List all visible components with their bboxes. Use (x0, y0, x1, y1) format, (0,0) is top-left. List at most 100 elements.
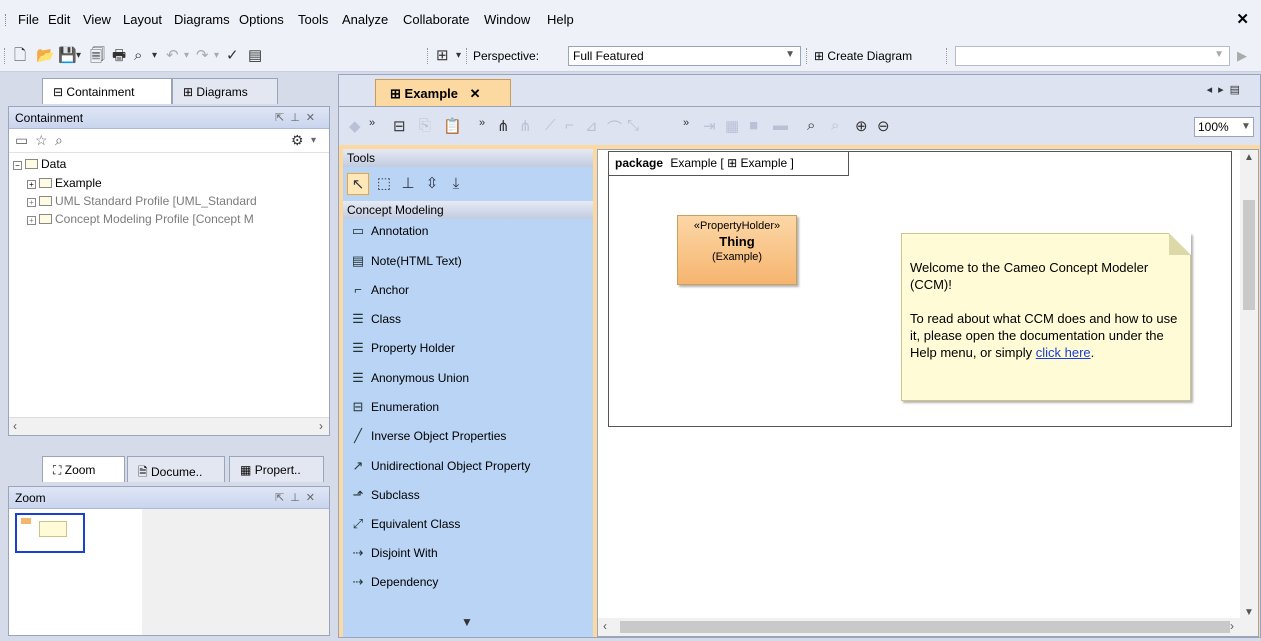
expand-node-icon[interactable]: + (27, 180, 36, 189)
back-icon[interactable]: ◆ (349, 117, 361, 135)
zoom-out-icon[interactable]: ⊖ (877, 117, 890, 135)
zoom-level-select[interactable]: 100% ▼ (1194, 117, 1254, 137)
palette-disjoint-with[interactable]: ⇢ Disjoint With (349, 545, 438, 567)
oblique-path-icon[interactable]: ⊿ (585, 117, 598, 135)
welcome-note[interactable]: Welcome to the Cameo Concept Modeler (CC… (901, 233, 1191, 401)
zoom-selection-icon[interactable]: ⌕ (831, 117, 839, 134)
tree-item-data[interactable]: − Data (13, 157, 66, 171)
spell-check-icon[interactable]: ✓ (226, 47, 239, 65)
collapse-icon[interactable]: ▭ (15, 132, 28, 149)
gear-icon[interactable]: ⚙ (291, 132, 304, 149)
tree-item-example[interactable]: + Example (27, 176, 102, 190)
marquee-tool-icon[interactable]: ⬚ (373, 173, 395, 195)
menu-file[interactable]: File (18, 12, 39, 27)
expand-node-icon[interactable]: + (27, 216, 36, 225)
palette-enumeration[interactable]: ⊟ Enumeration (349, 399, 440, 421)
more-icon[interactable]: » (479, 117, 485, 129)
find-icon[interactable]: ⌕ (134, 47, 142, 65)
insert-icon[interactable]: ⇥ (703, 117, 716, 135)
search-icon[interactable]: ⌕ (55, 132, 63, 149)
pointer-tool-icon[interactable]: ↖ (347, 173, 369, 195)
menu-diagrams[interactable]: Diagrams (174, 12, 230, 27)
palette-class[interactable]: ☰ Class (349, 311, 401, 333)
scroll-up-icon[interactable]: ▲ (1244, 152, 1254, 163)
layout-options-icon[interactable]: ⋔ (519, 117, 532, 135)
save-dropdown-icon[interactable]: ▾ (76, 47, 81, 65)
panel-window-controls[interactable]: ⇱⊥✕ (275, 111, 321, 124)
scroll-down-icon[interactable]: ▼ (1244, 607, 1254, 618)
print-icon[interactable]: 🗐 (90, 47, 105, 65)
distribute-icon[interactable]: ▬ (773, 117, 788, 134)
redo-dropdown-icon[interactable]: ▾ (214, 47, 219, 65)
tab-example-diagram[interactable]: ⊞ Example ✕ (375, 79, 511, 107)
play-icon[interactable]: ▶ (1237, 48, 1247, 64)
diagram-search-select[interactable]: ▼ (955, 46, 1230, 66)
new-project-icon[interactable]: 🗋 (14, 47, 26, 65)
containment-horizontal-scrollbar[interactable]: ‹ › (9, 417, 329, 435)
rectilinear-path-icon[interactable]: ⌐ (565, 117, 574, 134)
undo-icon[interactable]: ↶ (166, 47, 179, 65)
create-diagram-button[interactable]: ⊞ Create Diagram (808, 46, 918, 66)
open-project-icon[interactable]: 📂 (36, 47, 55, 65)
redo-icon[interactable]: ↷ (196, 47, 209, 65)
path-style-icon[interactable]: ⟋ (545, 117, 556, 134)
find-dropdown-icon[interactable]: ▾ (152, 47, 157, 65)
package-frame[interactable]: package Example [ ⊞ Example ] «PropertyH… (608, 151, 1232, 427)
gear-dropdown-icon[interactable]: ▾ (311, 135, 316, 146)
menu-window[interactable]: Window (484, 12, 530, 27)
pin-tool-icon[interactable]: ⊥ (397, 173, 419, 195)
menu-help[interactable]: Help (547, 12, 574, 27)
menu-tools[interactable]: Tools (298, 12, 328, 27)
save-icon[interactable]: 💾 (58, 47, 77, 65)
menu-collaborate[interactable]: Collaborate (403, 12, 470, 27)
tab-containment[interactable]: ⊟ Containment (42, 78, 172, 104)
split-tool-icon[interactable]: ⇳ (421, 173, 443, 195)
scroll-right-icon[interactable]: › (1230, 619, 1234, 633)
scroll-left-icon[interactable]: ‹ (603, 619, 607, 633)
select-in-tree-icon[interactable]: ⊟ (393, 117, 406, 135)
more-icon[interactable]: » (369, 117, 375, 129)
undo-dropdown-icon[interactable]: ▾ (184, 47, 189, 65)
menu-view[interactable]: View (83, 12, 111, 27)
canvas-horizontal-scrollbar[interactable]: ‹ › (598, 618, 1258, 636)
zoom-viewport-thumbnail[interactable] (15, 513, 85, 553)
layout-icon[interactable]: ⋔ (497, 117, 510, 135)
tab-zoom[interactable]: ⛶ Zoom (42, 456, 125, 482)
palette-anonymous-union[interactable]: ☰ Anonymous Union (349, 370, 469, 392)
scroll-right-icon[interactable]: › (319, 419, 323, 433)
tree-item-concept-modeling-profile[interactable]: + Concept Modeling Profile [Concept M (27, 212, 254, 226)
paste-icon[interactable]: 📋 (443, 117, 462, 135)
routing-icon[interactable]: ⤡ (627, 117, 639, 134)
click-here-link[interactable]: click here (1036, 345, 1091, 360)
panel-window-controls[interactable]: ⇱⊥✕ (275, 491, 321, 504)
close-icon[interactable]: ✕ (1236, 10, 1249, 28)
palette-scroll-down-icon[interactable]: ▼ (461, 615, 473, 629)
perspective-icon[interactable]: ⊞ (436, 47, 449, 65)
perspective-select[interactable]: Full Featured ▼ (568, 46, 801, 66)
canvas-vertical-scrollbar[interactable]: ▲ ▼ (1240, 150, 1258, 620)
menu-options[interactable]: Options (239, 12, 284, 27)
tab-diagrams[interactable]: ⊞ Diagrams (172, 78, 278, 104)
editor-tab-navigation[interactable]: ◂▸▤ (1207, 83, 1246, 96)
palette-annotation[interactable]: ▭ Annotation (349, 223, 429, 245)
align-icon[interactable]: ▦ (725, 117, 739, 135)
palette-equivalent-class[interactable]: ⤢ Equivalent Class (349, 516, 461, 538)
palette-tools-header[interactable]: Tools (343, 149, 593, 167)
scroll-thumb[interactable] (1243, 200, 1255, 310)
menu-analyze[interactable]: Analyze (342, 12, 388, 27)
menu-layout[interactable]: Layout (123, 12, 162, 27)
palette-subclass[interactable]: ⬏ Subclass (349, 487, 420, 509)
collapse-node-icon[interactable]: − (13, 161, 22, 170)
tree-item-uml-standard-profile[interactable]: + UML Standard Profile [UML_Standard (27, 194, 257, 208)
palette-property-holder[interactable]: ☰ Property Holder (349, 340, 455, 362)
palette-note-html[interactable]: ▤ Note(HTML Text) (349, 253, 462, 275)
copy-icon[interactable]: ⎘ (419, 117, 431, 134)
star-icon[interactable]: ☆ (35, 132, 48, 149)
palette-section-concept-modeling[interactable]: Concept Modeling (343, 201, 593, 219)
perspective-dropdown-icon[interactable]: ▾ (456, 47, 461, 65)
tab-documentation[interactable]: 🗎 Docume.. (127, 456, 225, 482)
zoom-in-icon[interactable]: ⊕ (855, 117, 868, 135)
palette-dependency[interactable]: ⇢ Dependency (349, 574, 439, 596)
validate-icon[interactable]: ▤ (248, 47, 262, 65)
spacing-tool-icon[interactable]: ⤓ (445, 173, 467, 195)
